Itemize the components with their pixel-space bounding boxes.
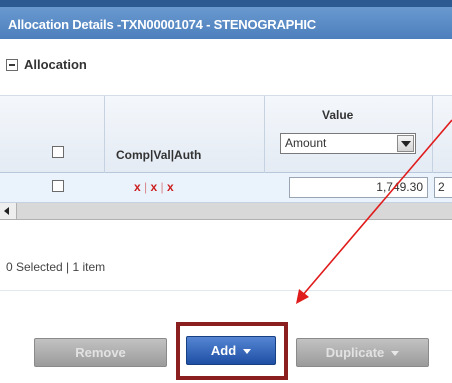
remove-button[interactable]: Remove: [34, 338, 167, 367]
duplicate-button-label: Duplicate: [325, 345, 385, 360]
section-title: Allocation: [24, 57, 87, 72]
footer-divider: [0, 290, 452, 291]
auth-flag-icon: x: [167, 180, 174, 194]
highlight-box: [176, 322, 288, 380]
remove-button-label: Remove: [75, 345, 126, 360]
row-status-flags: x | x | x: [134, 180, 174, 194]
dialog-title-bar: Allocation Details -TXN00001074 - STENOG…: [0, 0, 452, 39]
select-all-checkbox[interactable]: [52, 146, 64, 158]
arrow-head-icon: [296, 289, 309, 304]
allocation-section-header: Allocation: [0, 39, 452, 96]
val-flag-icon: x: [150, 180, 158, 194]
comp-flag-icon: x: [134, 180, 141, 194]
title-bar-top-strip: [0, 0, 452, 7]
duplicate-button[interactable]: Duplicate: [296, 338, 429, 367]
next-column-input[interactable]: 2: [434, 177, 452, 198]
dropdown-arrow-icon[interactable]: [397, 135, 414, 152]
amount-input[interactable]: 1,749.30: [289, 177, 428, 198]
scroll-left-icon[interactable]: [0, 203, 17, 219]
selection-status: 0 Selected | 1 item: [6, 260, 106, 274]
value-type-selected: Amount: [285, 136, 327, 150]
dialog-title: Allocation Details -TXN00001074 - STENOG…: [8, 17, 316, 32]
flag-separator: |: [144, 180, 148, 194]
flag-separator: |: [160, 180, 164, 194]
row-checkbox[interactable]: [52, 180, 64, 192]
horizontal-scrollbar[interactable]: [0, 203, 452, 220]
collapse-section-icon[interactable]: [6, 59, 18, 71]
column-header-value: Value: [322, 108, 354, 122]
value-type-select[interactable]: Amount: [280, 133, 416, 154]
column-header-comp-val-auth: Comp|Val|Auth: [116, 148, 202, 162]
chevron-down-icon: [391, 351, 400, 357]
